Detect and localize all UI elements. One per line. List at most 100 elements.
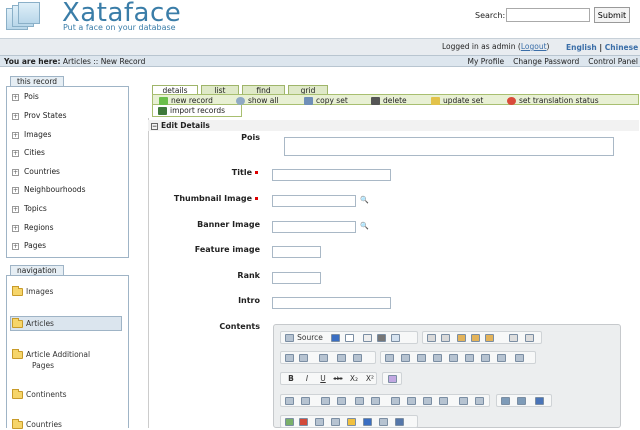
record-item-topics[interactable]: + Topics [12, 204, 47, 213]
feature-image-field[interactable] [272, 246, 321, 258]
banner-image-field[interactable] [272, 221, 356, 233]
nav-item-articles[interactable]: Articles [12, 318, 54, 329]
expand-icon[interactable]: + [12, 205, 19, 213]
lookup-icon[interactable]: 🔍 [360, 222, 369, 230]
textarea-icon[interactable] [449, 354, 458, 362]
thumbnail-image-field[interactable] [272, 195, 356, 207]
page-break-icon[interactable] [379, 418, 388, 426]
nav-item-countries[interactable]: Countries [12, 419, 62, 430]
search-input[interactable] [506, 8, 590, 22]
record-item-pois[interactable]: + Pois [12, 92, 39, 101]
undo-icon[interactable] [509, 334, 518, 342]
div-icon[interactable] [371, 397, 380, 405]
show-all-button[interactable]: show all [236, 96, 279, 105]
paste-icon[interactable] [457, 334, 466, 342]
numbered-list-icon[interactable] [285, 397, 294, 405]
strike-button[interactable]: abc [331, 374, 345, 384]
special-char-icon[interactable] [363, 418, 372, 426]
paste-text-icon[interactable] [471, 334, 480, 342]
logout-link[interactable]: Logout [521, 42, 547, 51]
intro-field[interactable] [272, 297, 391, 309]
delete-button[interactable]: delete [371, 96, 407, 105]
change-password-link[interactable]: Change Password [513, 57, 579, 66]
import-records-button[interactable]: import records [158, 106, 225, 115]
expand-icon[interactable]: + [12, 149, 19, 157]
expand-icon[interactable]: + [12, 112, 19, 120]
remove-format-icon[interactable] [388, 375, 397, 383]
spellcheck-icon[interactable] [337, 354, 346, 362]
radio-icon[interactable] [417, 354, 426, 362]
cut-icon[interactable] [427, 334, 436, 342]
rtl-icon[interactable] [475, 397, 484, 405]
underline-button[interactable]: U [317, 374, 329, 384]
expand-icon[interactable]: + [12, 186, 19, 194]
record-item-countries[interactable]: + Countries [12, 167, 60, 176]
new-page-icon[interactable] [345, 334, 354, 342]
textfield-icon[interactable] [433, 354, 442, 362]
search-submit-button[interactable]: Submit [594, 7, 630, 23]
rank-field[interactable] [272, 272, 321, 284]
expand-icon[interactable]: + [12, 168, 19, 176]
align-right-icon[interactable] [423, 397, 432, 405]
hidden-field-icon[interactable] [515, 354, 524, 362]
replace-icon[interactable] [299, 354, 308, 362]
nav-item-article-additional-pages[interactable]: Article Additional [12, 349, 90, 360]
smiley-icon[interactable] [347, 418, 356, 426]
nav-item-images[interactable]: Images [12, 286, 53, 297]
record-item-prov-states[interactable]: + Prov States [12, 111, 66, 120]
bold-button[interactable]: B [285, 374, 297, 384]
justify-icon[interactable] [439, 397, 448, 405]
lookup-icon[interactable]: 🔍 [360, 196, 369, 204]
source-button[interactable]: Source [295, 333, 325, 343]
anchor-icon[interactable] [535, 397, 544, 405]
ltr-icon[interactable] [459, 397, 468, 405]
control-panel-link[interactable]: Control Panel [588, 57, 638, 66]
link-icon[interactable] [501, 397, 510, 405]
outdent-icon[interactable] [321, 397, 330, 405]
image-button-icon[interactable] [497, 354, 506, 362]
italic-button[interactable]: I [301, 374, 313, 384]
save-icon[interactable] [331, 334, 340, 342]
breadcrumb-path[interactable]: Articles :: New Record [63, 57, 145, 66]
title-field[interactable] [272, 169, 391, 181]
align-center-icon[interactable] [407, 397, 416, 405]
record-item-cities[interactable]: + Cities [12, 148, 45, 157]
section-header[interactable]: − Edit Details [148, 120, 639, 131]
lang-chinese-link[interactable]: Chinese [605, 43, 638, 52]
bulleted-list-icon[interactable] [301, 397, 310, 405]
preview-icon[interactable] [363, 334, 372, 342]
new-record-button[interactable]: new record [159, 96, 213, 105]
my-profile-link[interactable]: My Profile [468, 57, 505, 66]
iframe-icon[interactable] [395, 418, 404, 426]
blockquote-icon[interactable] [355, 397, 364, 405]
record-item-images[interactable]: + Images [12, 130, 51, 139]
set-translation-status-button[interactable]: set translation status [507, 96, 599, 105]
pois-field[interactable] [284, 137, 614, 156]
nav-item-continents[interactable]: Continents [12, 389, 67, 400]
collapse-icon[interactable]: − [151, 122, 158, 130]
templates-icon[interactable] [391, 334, 400, 342]
expand-icon[interactable]: + [12, 131, 19, 139]
subscript-button[interactable]: X₂ [347, 374, 361, 384]
print-icon[interactable] [377, 334, 386, 342]
record-item-regions[interactable]: + Regions [12, 223, 54, 232]
copy-icon[interactable] [441, 334, 450, 342]
form-icon[interactable] [385, 354, 394, 362]
button-icon[interactable] [481, 354, 490, 362]
paste-word-icon[interactable] [485, 334, 494, 342]
expand-icon[interactable]: + [12, 224, 19, 232]
find-icon[interactable] [285, 354, 294, 362]
table-icon[interactable] [315, 418, 324, 426]
flash-icon[interactable] [299, 418, 308, 426]
horizontal-rule-icon[interactable] [331, 418, 340, 426]
record-item-pages[interactable]: + Pages [12, 241, 46, 250]
copy-set-button[interactable]: copy set [304, 96, 348, 105]
select-all-icon[interactable] [319, 354, 328, 362]
scayt-icon[interactable] [353, 354, 362, 362]
align-left-icon[interactable] [391, 397, 400, 405]
image-icon[interactable] [285, 418, 294, 426]
lang-english-link[interactable]: English [566, 43, 597, 52]
unlink-icon[interactable] [517, 397, 526, 405]
checkbox-icon[interactable] [401, 354, 410, 362]
indent-icon[interactable] [337, 397, 346, 405]
